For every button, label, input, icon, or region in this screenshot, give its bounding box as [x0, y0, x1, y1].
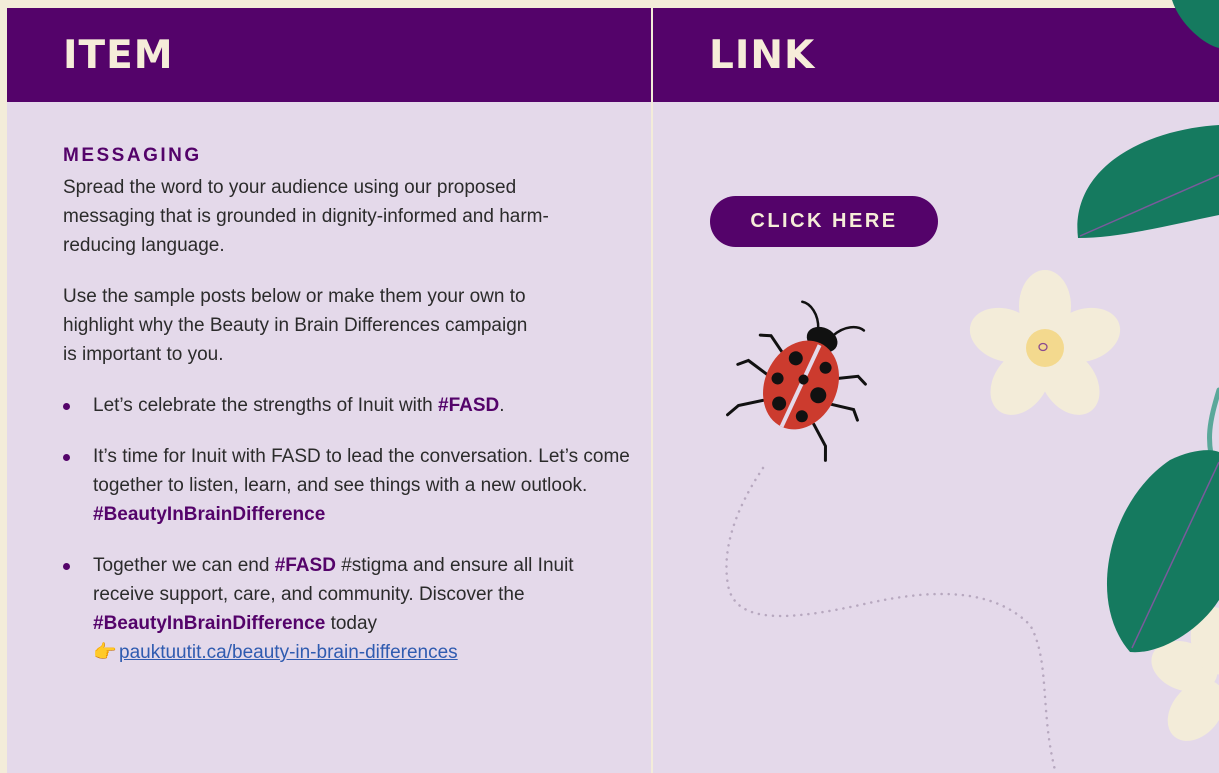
- flower-icon: [969, 270, 1121, 415]
- leaf-icon: [1077, 125, 1219, 238]
- decorations: [725, 0, 1219, 772]
- ladybug-icon: [726, 300, 867, 462]
- leaf-icon: [1172, 0, 1219, 48]
- dotted-trail: [725, 466, 1057, 772]
